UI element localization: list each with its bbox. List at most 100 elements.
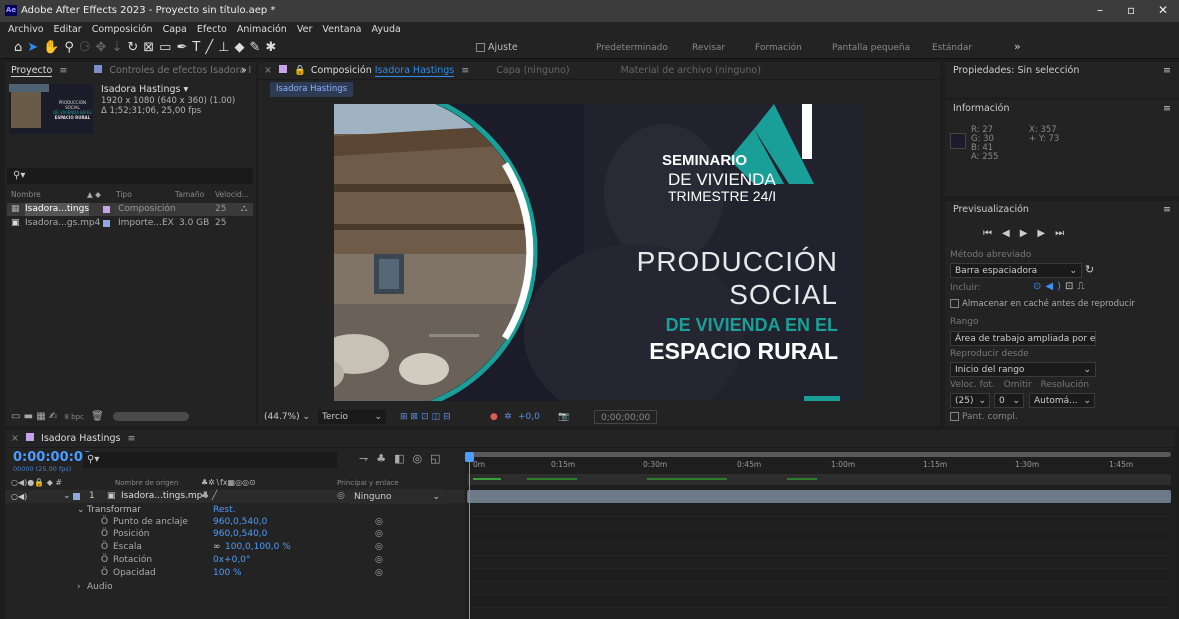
play-from-dropdown[interactable]: Inicio del rango ⌄: [950, 362, 1096, 377]
footage-tab[interactable]: Material de archivo (ninguno): [621, 65, 761, 76]
pen-tool-icon[interactable]: ✒: [176, 40, 192, 55]
stamp-tool-icon[interactable]: ⊥: [218, 40, 234, 55]
grid-dropdown[interactable]: Tercio ⌄: [318, 410, 386, 424]
prop-value[interactable]: 0x+0,0°: [213, 554, 250, 566]
menu-ventana[interactable]: Ventana: [322, 24, 361, 35]
parent-dropdown[interactable]: Ninguno ⌄: [349, 489, 445, 504]
layer-tab[interactable]: Capa (ninguno): [496, 65, 569, 76]
layer-row[interactable]: ○◀) ⌄ 1 ▣ Isadora...tings.mp4 ♣ ╱ ◎ Ning…: [5, 489, 465, 504]
comp-menu-icon[interactable]: ≡: [461, 65, 469, 76]
flowchart-icon[interactable]: ⛬: [241, 203, 247, 216]
time-ruler[interactable]: 0m 0:15m 0:30m 0:45m 1:00m 1:15m 1:30m 1…: [465, 458, 1175, 472]
exposure-icon[interactable]: ✲: [504, 408, 512, 426]
minimize-icon[interactable]: –: [1097, 3, 1103, 17]
current-time-indicator[interactable]: [469, 456, 470, 619]
play-icon[interactable]: ▶: [1020, 228, 1038, 239]
next-frame-icon[interactable]: ▶: [1037, 228, 1055, 239]
delete-icon[interactable]: 🗑: [91, 411, 104, 422]
timeline-tab[interactable]: Isadora Hastings: [41, 433, 120, 444]
parent-pickwhip-icon[interactable]: ◎: [337, 490, 345, 503]
fullscreen-checkbox[interactable]: [950, 412, 959, 421]
work-area-bar[interactable]: [467, 452, 1171, 457]
audio-group[interactable]: › Audio: [5, 581, 465, 593]
cache-option[interactable]: Almacenar en caché antes de reproducir: [950, 299, 1135, 309]
col-parent[interactable]: Principal y enlace: [337, 477, 399, 489]
workspace-more-button[interactable]: »: [1014, 40, 1021, 53]
lock-icon[interactable]: 🔒: [294, 65, 306, 76]
transform-reset[interactable]: Rest.: [213, 504, 235, 516]
expression-pickwhip-icon[interactable]: ◎: [375, 528, 383, 540]
project-scrollbar[interactable]: [113, 411, 189, 421]
timeline-switch-icons[interactable]: ⇁♣◧◎◱: [359, 452, 448, 465]
type-tool-icon[interactable]: T: [192, 40, 205, 55]
rotate-tool-icon[interactable]: ↻: [127, 40, 143, 55]
col-type[interactable]: Tipo: [116, 188, 132, 201]
prop-value[interactable]: 100 %: [213, 567, 242, 579]
interpret-icon[interactable]: ▭: [11, 411, 20, 422]
label-sort-icon[interactable]: ▲ ◆: [87, 188, 101, 201]
playhead-handle[interactable]: [465, 452, 474, 462]
workspace-learn[interactable]: Formación: [755, 43, 802, 53]
snap-checkbox[interactable]: [476, 43, 485, 52]
adjust-icon[interactable]: ✍: [49, 411, 57, 422]
workspace-review[interactable]: Revisar: [692, 43, 725, 53]
comp-timecode[interactable]: 0;00;00;00: [594, 410, 658, 424]
prop-value[interactable]: 100,0,100,0 %: [225, 541, 291, 553]
comp-breadcrumb[interactable]: Isadora Hastings: [270, 82, 354, 97]
layer-duration-bar[interactable]: [467, 490, 1171, 503]
dolly-tool-icon[interactable]: ⇣: [111, 40, 127, 55]
brush-tool-icon[interactable]: ╱: [205, 40, 218, 55]
workspace-standard[interactable]: Estándar: [932, 43, 972, 53]
prop-row-position[interactable]: Ö Posición 960,0,540,0 ◎: [5, 528, 465, 540]
timeline-close-icon[interactable]: ×: [11, 433, 19, 444]
prop-row-scale[interactable]: Ö Escala ∞ 100,0,100,0 % ◎: [5, 541, 465, 553]
exposure-value[interactable]: +0,0: [518, 408, 540, 426]
project-item-footage[interactable]: ▣ Isadora...gs.mp4 Importe...EX 3.0 GB 2…: [7, 217, 253, 230]
prev-frame-icon[interactable]: ◀: [1002, 228, 1020, 239]
stopwatch-icon[interactable]: Ö: [101, 516, 108, 528]
home-icon[interactable]: ⌂: [14, 40, 27, 55]
info-menu-icon[interactable]: ≡: [1163, 100, 1171, 118]
bpc-label[interactable]: 8 bpc: [65, 413, 84, 421]
layer-expand-icon[interactable]: ⌄: [63, 490, 71, 503]
comp-viewer[interactable]: SEMINARIO DE VIVIENDA TRIMESTRE 24/I PRO…: [334, 104, 863, 401]
layer-name[interactable]: Isadora...tings.mp4: [121, 490, 208, 503]
stopwatch-icon[interactable]: Ö: [101, 528, 108, 540]
col-source-name[interactable]: Nombre de origen: [115, 477, 178, 489]
project-search-input[interactable]: ⚲▾: [7, 168, 253, 184]
hand-tool-icon[interactable]: ✋: [43, 40, 64, 55]
effects-controls-tab[interactable]: Controles de efectos Isadora I: [109, 65, 251, 76]
menu-composicion[interactable]: Composición: [92, 24, 153, 35]
col-size[interactable]: Tamaño: [175, 188, 204, 201]
view-toggle-icons[interactable]: ⊞⊠⊡◫⊟: [400, 408, 454, 426]
preview-menu-icon[interactable]: ≡: [1163, 201, 1171, 219]
panel-overflow-icon[interactable]: »: [241, 62, 247, 80]
range-dropdown[interactable]: Área de trabajo ampliada por el ...: [950, 331, 1096, 346]
new-comp-icon[interactable]: ▦: [36, 411, 45, 422]
workspace-small-screen[interactable]: Pantalla pequeña: [832, 43, 910, 53]
orbit-tool-icon[interactable]: ⚆: [79, 40, 96, 55]
transform-expand-icon[interactable]: ⌄: [77, 504, 85, 516]
menu-capa[interactable]: Capa: [163, 24, 187, 35]
zoom-dropdown[interactable]: (44.7%) ⌄: [264, 408, 310, 426]
properties-menu-icon[interactable]: ≡: [1163, 62, 1171, 80]
stopwatch-icon[interactable]: Ö: [101, 541, 108, 553]
menu-editar[interactable]: Editar: [54, 24, 82, 35]
snapshot-icon[interactable]: 📷: [558, 408, 569, 426]
last-frame-icon[interactable]: ⏭: [1055, 228, 1074, 239]
resolution-dropdown[interactable]: Automá... ⌄: [1029, 393, 1095, 408]
eraser-tool-icon[interactable]: ◆: [234, 40, 249, 55]
timeline-timecode[interactable]: 0:00:00:00: [13, 450, 92, 465]
menu-ayuda[interactable]: Ayuda: [371, 24, 400, 35]
fps-dropdown[interactable]: (25) ⌄: [950, 393, 990, 408]
stopwatch-icon[interactable]: Ö: [101, 554, 108, 566]
prop-value[interactable]: 960,0,540,0: [213, 528, 267, 540]
close-icon[interactable]: ✕: [1158, 3, 1168, 17]
prop-row-anchor[interactable]: Ö Punto de anclaje 960,0,540,0 ◎: [5, 516, 465, 528]
puppet-tool-icon[interactable]: ✱: [265, 40, 281, 55]
cache-checkbox[interactable]: [950, 299, 959, 308]
project-item-comp[interactable]: ▦ Isadora...tings Composición 25 ⛬: [7, 203, 253, 216]
include-icons[interactable]: ⊙◀)⊡⎍: [1033, 281, 1088, 292]
close-tab-icon[interactable]: ×: [264, 65, 272, 76]
selection-tool-icon[interactable]: ➤: [27, 40, 43, 55]
